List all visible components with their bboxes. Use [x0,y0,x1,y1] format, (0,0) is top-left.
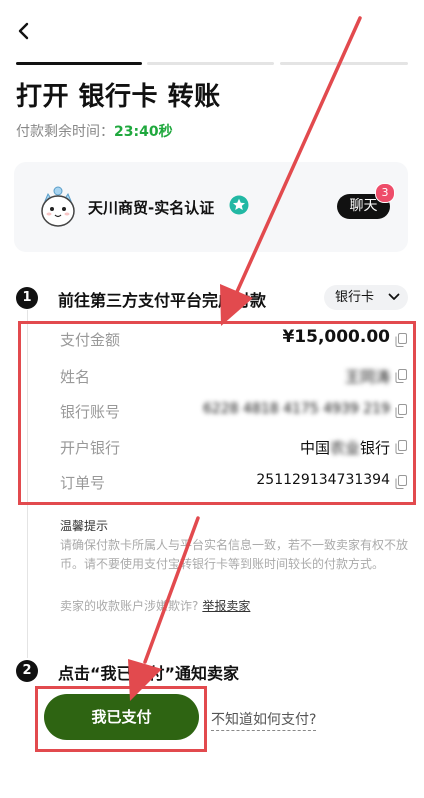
back-arrow-icon[interactable] [12,18,38,44]
scam-notice: 卖家的收款账户涉嫌欺诈? 举报卖家 [60,597,250,614]
pay-button-highlight-box [35,686,207,752]
seller-name: 天川商贸-实名认证 [88,199,215,217]
seller-avatar[interactable] [35,184,81,230]
payment-method-select[interactable]: 银行卡 [324,285,408,310]
progress-step-1 [16,62,142,65]
unread-badge: 3 [375,183,395,203]
payment-timer: 付款剩余时间：23:40秒 [16,121,173,141]
progress-step-3 [280,62,408,65]
timer-value: 23:40秒 [114,124,173,140]
verified-star-icon [229,195,249,215]
chevron-down-icon [388,293,400,300]
tips-title: 温馨提示 [60,519,109,533]
progress-step-2 [147,62,274,65]
step-2-number: 2 [16,660,38,682]
timer-label: 付款剩余时间： [16,124,114,140]
payment-method-label: 银行卡 [335,290,375,305]
step-1-title: 前往第三方支付平台完成付款 [58,291,267,310]
how-to-pay-link[interactable]: 不知道如何支付? [211,709,317,731]
step-1-number: 1 [16,287,38,309]
scam-text: 卖家的收款账户涉嫌欺诈? [60,599,199,613]
page-title: 打开 银行卡 转账 [16,82,221,112]
report-seller-link[interactable]: 举报卖家 [202,599,250,613]
step-2-title: 点击“我已支付”通知卖家 [58,664,240,683]
details-highlight-box [18,321,416,505]
tips-body: 请确保付款卡所属人与平台实名信息一致，若不一致卖家有权不放币。请不要使用支付宝转… [60,538,409,571]
